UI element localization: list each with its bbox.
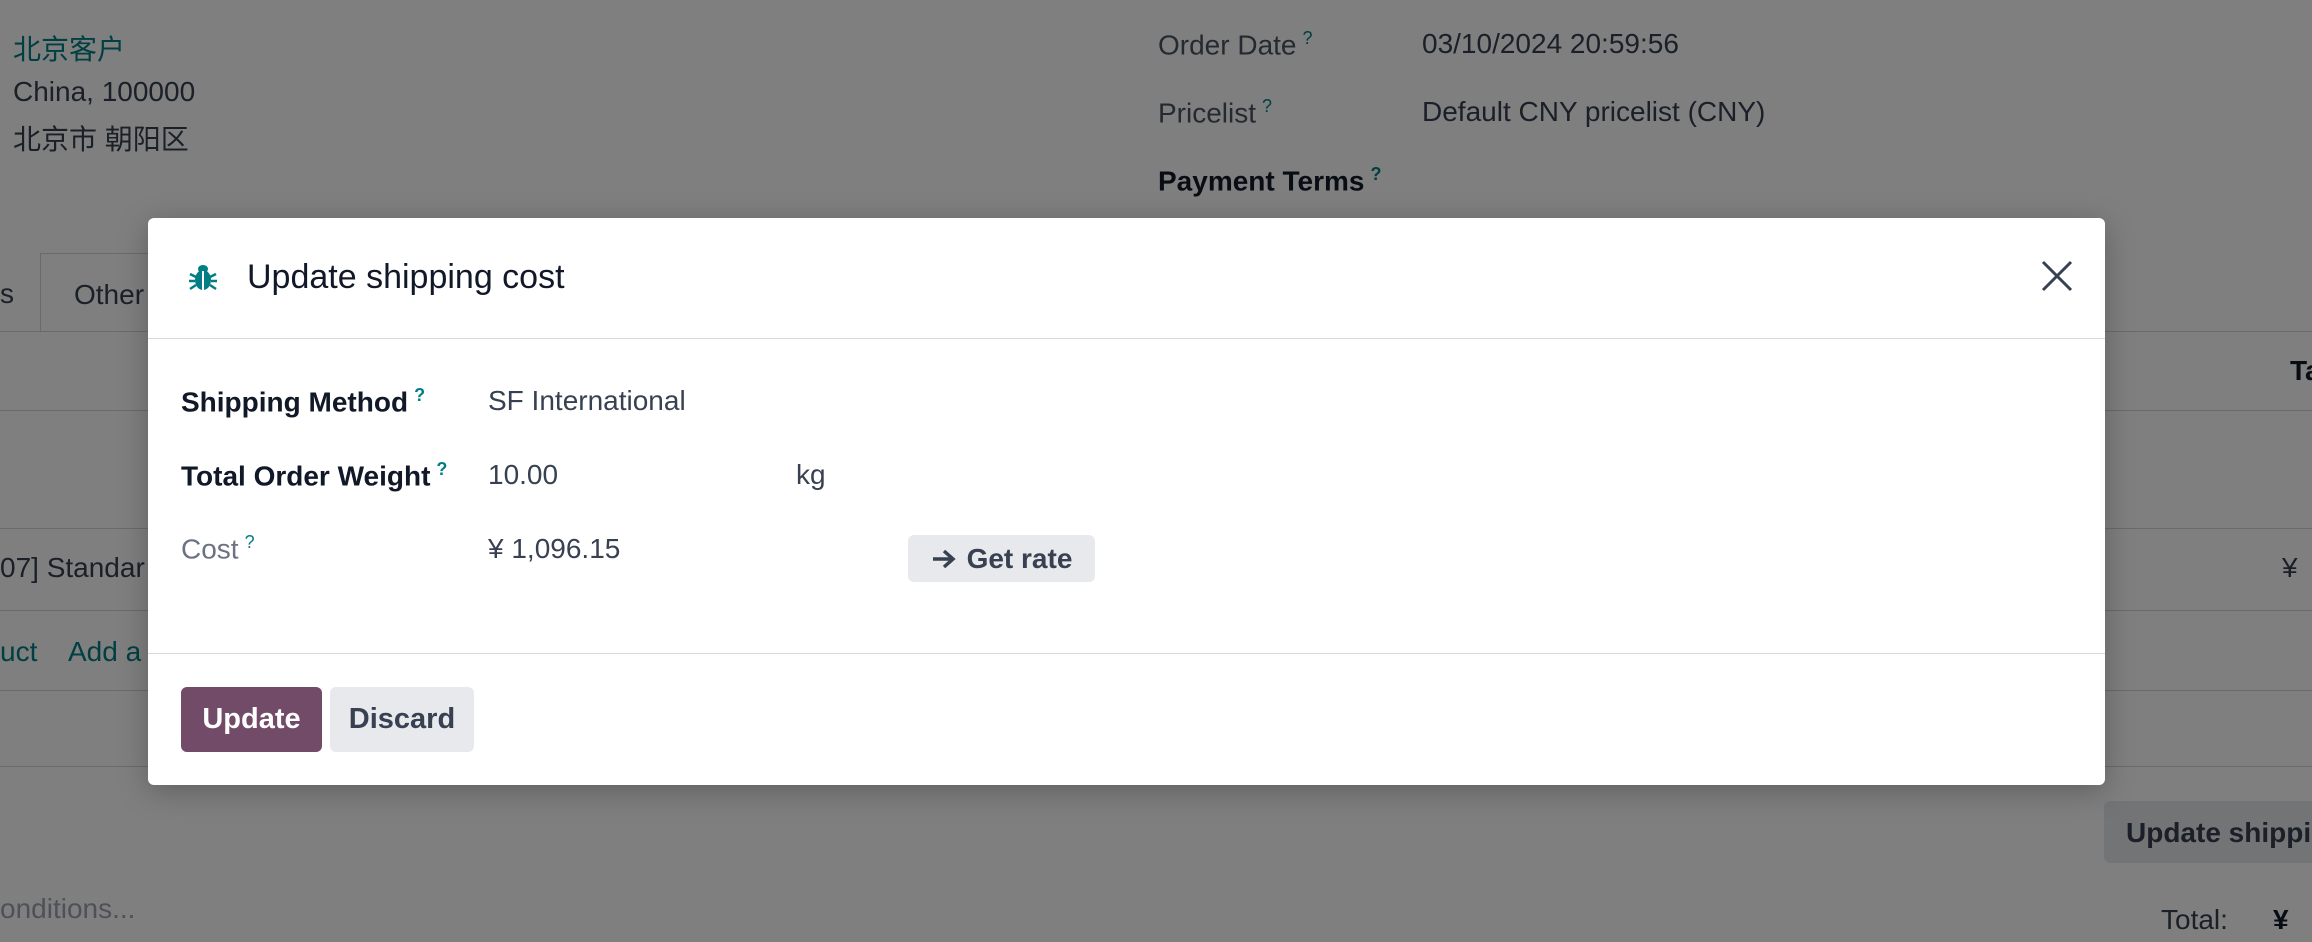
dialog-body: Shipping Method? SF International Total …: [148, 339, 2105, 672]
help-tooltip-icon[interactable]: ?: [245, 532, 255, 552]
shipping-method-value[interactable]: SF International: [488, 385, 686, 417]
help-tooltip-icon[interactable]: ?: [414, 385, 425, 405]
bug-icon[interactable]: [186, 260, 220, 294]
get-rate-button[interactable]: Get rate: [908, 535, 1095, 582]
shipping-method-label: Shipping Method?: [181, 385, 426, 418]
cost-value: ¥ 1,096.15: [488, 533, 621, 564]
close-icon[interactable]: [2037, 256, 2077, 296]
cost-label: Cost?: [181, 532, 255, 565]
dialog-title: Update shipping cost: [247, 258, 565, 296]
update-button[interactable]: Update: [181, 687, 322, 752]
dialog-header: Update shipping cost: [148, 218, 2105, 339]
arrow-right-icon: [932, 549, 956, 568]
dialog-footer: Update Discard: [148, 653, 2105, 786]
discard-button[interactable]: Discard: [330, 687, 474, 752]
total-order-weight-label: Total Order Weight?: [181, 459, 448, 492]
update-shipping-cost-dialog: Update shipping cost Shipping Method? SF…: [148, 218, 2105, 785]
get-rate-label: Get rate: [966, 542, 1073, 574]
help-tooltip-icon[interactable]: ?: [436, 459, 447, 479]
weight-unit: kg: [796, 459, 826, 490]
total-order-weight-value[interactable]: 10.00: [488, 459, 558, 491]
